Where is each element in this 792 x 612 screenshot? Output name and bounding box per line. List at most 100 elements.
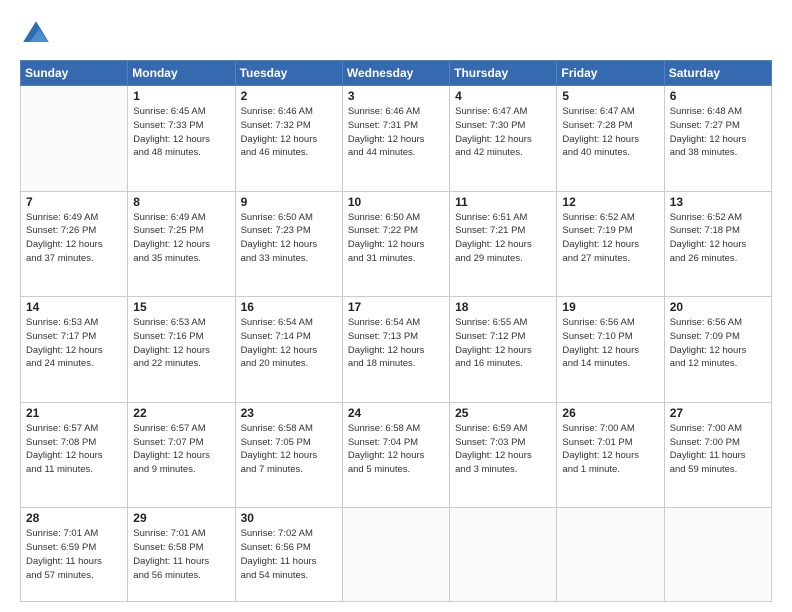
day-number: 2 [241,89,337,103]
calendar-cell: 4 Sunrise: 6:47 AM Sunset: 7:30 PM Daylig… [450,86,557,192]
calendar-cell: 24 Sunrise: 6:58 AM Sunset: 7:04 PM Dayli… [342,402,449,508]
calendar-cell: 15 Sunrise: 6:53 AM Sunset: 7:16 PM Dayli… [128,297,235,403]
day-number: 6 [670,89,766,103]
day-number: 5 [562,89,658,103]
day-number: 14 [26,300,122,314]
day-number: 9 [241,195,337,209]
day-info: Sunrise: 7:00 AM Sunset: 7:01 PM Dayligh… [562,422,658,477]
page: SundayMondayTuesdayWednesdayThursdayFrid… [0,0,792,612]
weekday-header-row: SundayMondayTuesdayWednesdayThursdayFrid… [21,61,772,86]
calendar-cell: 23 Sunrise: 6:58 AM Sunset: 7:05 PM Dayli… [235,402,342,508]
calendar-week-5: 28 Sunrise: 7:01 AM Sunset: 6:59 PM Dayli… [21,508,772,602]
logo-icon [20,18,52,50]
day-number: 19 [562,300,658,314]
day-info: Sunrise: 6:58 AM Sunset: 7:04 PM Dayligh… [348,422,444,477]
calendar-cell: 13 Sunrise: 6:52 AM Sunset: 7:18 PM Dayli… [664,191,771,297]
day-info: Sunrise: 6:51 AM Sunset: 7:21 PM Dayligh… [455,211,551,266]
calendar-week-3: 14 Sunrise: 6:53 AM Sunset: 7:17 PM Dayli… [21,297,772,403]
day-number: 27 [670,406,766,420]
day-info: Sunrise: 6:45 AM Sunset: 7:33 PM Dayligh… [133,105,229,160]
header [20,18,772,50]
day-info: Sunrise: 7:01 AM Sunset: 6:59 PM Dayligh… [26,527,122,582]
day-number: 16 [241,300,337,314]
day-number: 26 [562,406,658,420]
day-info: Sunrise: 6:47 AM Sunset: 7:30 PM Dayligh… [455,105,551,160]
day-info: Sunrise: 6:56 AM Sunset: 7:09 PM Dayligh… [670,316,766,371]
day-number: 7 [26,195,122,209]
weekday-header-sunday: Sunday [21,61,128,86]
day-number: 3 [348,89,444,103]
calendar-cell: 26 Sunrise: 7:00 AM Sunset: 7:01 PM Dayli… [557,402,664,508]
day-number: 1 [133,89,229,103]
calendar-cell: 17 Sunrise: 6:54 AM Sunset: 7:13 PM Dayli… [342,297,449,403]
day-number: 15 [133,300,229,314]
day-info: Sunrise: 6:47 AM Sunset: 7:28 PM Dayligh… [562,105,658,160]
day-info: Sunrise: 6:49 AM Sunset: 7:25 PM Dayligh… [133,211,229,266]
day-info: Sunrise: 6:49 AM Sunset: 7:26 PM Dayligh… [26,211,122,266]
calendar-week-1: 1 Sunrise: 6:45 AM Sunset: 7:33 PM Daylig… [21,86,772,192]
calendar-cell: 20 Sunrise: 6:56 AM Sunset: 7:09 PM Dayli… [664,297,771,403]
calendar-cell: 16 Sunrise: 6:54 AM Sunset: 7:14 PM Dayli… [235,297,342,403]
day-info: Sunrise: 6:48 AM Sunset: 7:27 PM Dayligh… [670,105,766,160]
day-number: 23 [241,406,337,420]
calendar-cell: 10 Sunrise: 6:50 AM Sunset: 7:22 PM Dayli… [342,191,449,297]
calendar-cell: 8 Sunrise: 6:49 AM Sunset: 7:25 PM Daylig… [128,191,235,297]
day-number: 11 [455,195,551,209]
calendar-week-2: 7 Sunrise: 6:49 AM Sunset: 7:26 PM Daylig… [21,191,772,297]
day-number: 28 [26,511,122,525]
day-info: Sunrise: 7:01 AM Sunset: 6:58 PM Dayligh… [133,527,229,582]
calendar-cell: 25 Sunrise: 6:59 AM Sunset: 7:03 PM Dayli… [450,402,557,508]
day-number: 22 [133,406,229,420]
day-number: 13 [670,195,766,209]
day-number: 20 [670,300,766,314]
calendar-cell: 19 Sunrise: 6:56 AM Sunset: 7:10 PM Dayli… [557,297,664,403]
day-info: Sunrise: 6:52 AM Sunset: 7:19 PM Dayligh… [562,211,658,266]
day-number: 10 [348,195,444,209]
logo [20,18,58,50]
day-info: Sunrise: 6:46 AM Sunset: 7:32 PM Dayligh… [241,105,337,160]
calendar-cell [664,508,771,602]
day-info: Sunrise: 6:53 AM Sunset: 7:17 PM Dayligh… [26,316,122,371]
day-info: Sunrise: 7:00 AM Sunset: 7:00 PM Dayligh… [670,422,766,477]
day-info: Sunrise: 6:54 AM Sunset: 7:14 PM Dayligh… [241,316,337,371]
day-info: Sunrise: 6:56 AM Sunset: 7:10 PM Dayligh… [562,316,658,371]
day-number: 4 [455,89,551,103]
weekday-header-thursday: Thursday [450,61,557,86]
day-info: Sunrise: 6:55 AM Sunset: 7:12 PM Dayligh… [455,316,551,371]
day-info: Sunrise: 7:02 AM Sunset: 6:56 PM Dayligh… [241,527,337,582]
calendar-cell: 29 Sunrise: 7:01 AM Sunset: 6:58 PM Dayli… [128,508,235,602]
day-info: Sunrise: 6:52 AM Sunset: 7:18 PM Dayligh… [670,211,766,266]
weekday-header-saturday: Saturday [664,61,771,86]
calendar-cell: 5 Sunrise: 6:47 AM Sunset: 7:28 PM Daylig… [557,86,664,192]
calendar-cell: 1 Sunrise: 6:45 AM Sunset: 7:33 PM Daylig… [128,86,235,192]
calendar-cell: 12 Sunrise: 6:52 AM Sunset: 7:19 PM Dayli… [557,191,664,297]
day-number: 12 [562,195,658,209]
day-info: Sunrise: 6:54 AM Sunset: 7:13 PM Dayligh… [348,316,444,371]
calendar-cell: 14 Sunrise: 6:53 AM Sunset: 7:17 PM Dayli… [21,297,128,403]
calendar-cell: 21 Sunrise: 6:57 AM Sunset: 7:08 PM Dayli… [21,402,128,508]
day-number: 21 [26,406,122,420]
calendar-cell: 6 Sunrise: 6:48 AM Sunset: 7:27 PM Daylig… [664,86,771,192]
calendar-cell: 30Sunrise: 7:02 AM Sunset: 6:56 PM Dayli… [235,508,342,602]
day-number: 25 [455,406,551,420]
day-number: 17 [348,300,444,314]
day-number: 24 [348,406,444,420]
day-number: 29 [133,511,229,525]
calendar-table: SundayMondayTuesdayWednesdayThursdayFrid… [20,60,772,602]
day-info: Sunrise: 6:57 AM Sunset: 7:08 PM Dayligh… [26,422,122,477]
day-info: Sunrise: 6:59 AM Sunset: 7:03 PM Dayligh… [455,422,551,477]
calendar-cell: 7 Sunrise: 6:49 AM Sunset: 7:26 PM Daylig… [21,191,128,297]
day-number: 8 [133,195,229,209]
day-info: Sunrise: 6:46 AM Sunset: 7:31 PM Dayligh… [348,105,444,160]
calendar-cell: 28 Sunrise: 7:01 AM Sunset: 6:59 PM Dayli… [21,508,128,602]
weekday-header-wednesday: Wednesday [342,61,449,86]
calendar-cell: 11 Sunrise: 6:51 AM Sunset: 7:21 PM Dayli… [450,191,557,297]
calendar-cell: 3 Sunrise: 6:46 AM Sunset: 7:31 PM Daylig… [342,86,449,192]
day-info: Sunrise: 6:53 AM Sunset: 7:16 PM Dayligh… [133,316,229,371]
calendar-cell [557,508,664,602]
calendar-cell [342,508,449,602]
weekday-header-tuesday: Tuesday [235,61,342,86]
day-info: Sunrise: 6:50 AM Sunset: 7:22 PM Dayligh… [348,211,444,266]
day-info: Sunrise: 6:58 AM Sunset: 7:05 PM Dayligh… [241,422,337,477]
calendar-cell: 18Sunrise: 6:55 AM Sunset: 7:12 PM Dayli… [450,297,557,403]
